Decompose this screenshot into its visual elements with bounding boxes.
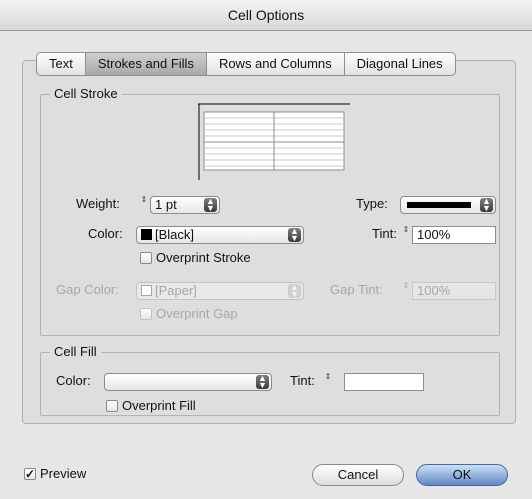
weight-stepper-icon[interactable]: ⇕ [138, 196, 150, 214]
fill-tint-label: Tint: [290, 373, 315, 388]
gap-tint-field[interactable]: 100% [412, 282, 496, 300]
tab-text[interactable]: Text [37, 53, 86, 75]
stroke-color-value: [Black] [155, 227, 195, 242]
tab-diagonal-lines[interactable]: Diagonal Lines [345, 53, 455, 75]
stroke-proxy-graphic [198, 103, 350, 180]
tab-rows-and-columns[interactable]: Rows and Columns [207, 53, 345, 75]
ok-button[interactable]: OK [416, 464, 508, 486]
overprint-gap-label: Overprint Gap [156, 306, 238, 321]
overprint-fill-label: Overprint Fill [122, 398, 196, 413]
stroke-proxy-preview[interactable] [198, 102, 350, 180]
preview-checkbox[interactable]: ✓ [24, 468, 36, 480]
stroke-tint-field[interactable]: 100% [412, 226, 496, 244]
stroke-color-content: [Black] [141, 227, 194, 243]
stroke-type-dropdown[interactable]: ▲ ▼ [400, 196, 496, 214]
overprint-stroke-label: Overprint Stroke [156, 250, 251, 265]
gap-color-swatch [141, 285, 152, 296]
weight-value: 1 pt [155, 197, 177, 212]
weight-combo[interactable]: 1 pt ▲ ▼ [150, 196, 220, 214]
window-title-bar: Cell Options [0, 0, 532, 31]
stroke-type-line-swatch [407, 202, 471, 208]
cell-stroke-legend: Cell Stroke [50, 86, 122, 102]
gap-tint-label: Gap Tint: [330, 282, 383, 297]
fill-color-dropdown-arrows-icon[interactable]: ▲ ▼ [256, 374, 269, 390]
cell-fill-legend: Cell Fill [50, 344, 101, 360]
fill-color-label: Color: [56, 373, 91, 388]
stroke-color-dropdown-arrows-icon[interactable]: ▲ ▼ [288, 227, 301, 243]
stroke-color-label: Color: [88, 226, 123, 241]
stroke-tint-label: Tint: [372, 226, 397, 241]
fill-tint-field[interactable] [344, 373, 424, 391]
stroke-type-dropdown-arrows-icon[interactable]: ▲ ▼ [480, 197, 493, 213]
stroke-tint-stepper-icon[interactable]: ⇕ [400, 226, 412, 244]
gap-color-dropdown-arrows-icon[interactable]: ▲ ▼ [288, 283, 301, 299]
preview-label: Preview [40, 466, 87, 481]
overprint-gap-checkbox[interactable] [140, 308, 152, 320]
tab-strokes-and-fills[interactable]: Strokes and Fills [85, 53, 207, 75]
gap-color-content: [Paper] [141, 283, 197, 299]
window-title: Cell Options [227, 7, 305, 23]
fill-tint-stepper-icon[interactable]: ⇕ [322, 373, 334, 391]
gap-color-dropdown[interactable]: [Paper] ▲ ▼ [136, 282, 304, 300]
tab-bar: Text Strokes and Fills Rows and Columns … [36, 52, 456, 76]
overprint-fill-checkbox[interactable] [106, 400, 118, 412]
fill-color-dropdown[interactable]: ▲ ▼ [104, 373, 272, 391]
stroke-color-swatch [141, 229, 152, 240]
gap-tint-stepper-icon[interactable]: ⇕ [400, 282, 412, 300]
gap-color-value: [Paper] [155, 283, 197, 298]
cancel-button[interactable]: Cancel [312, 464, 404, 486]
gap-color-label: Gap Color: [56, 282, 119, 297]
stroke-color-dropdown[interactable]: [Black] ▲ ▼ [136, 226, 304, 244]
weight-dropdown-arrows-icon[interactable]: ▲ ▼ [204, 197, 217, 213]
type-label: Type: [356, 196, 388, 211]
weight-label: Weight: [76, 196, 120, 211]
overprint-stroke-checkbox[interactable] [140, 252, 152, 264]
preview-checkmark-icon: ✓ [25, 467, 36, 481]
